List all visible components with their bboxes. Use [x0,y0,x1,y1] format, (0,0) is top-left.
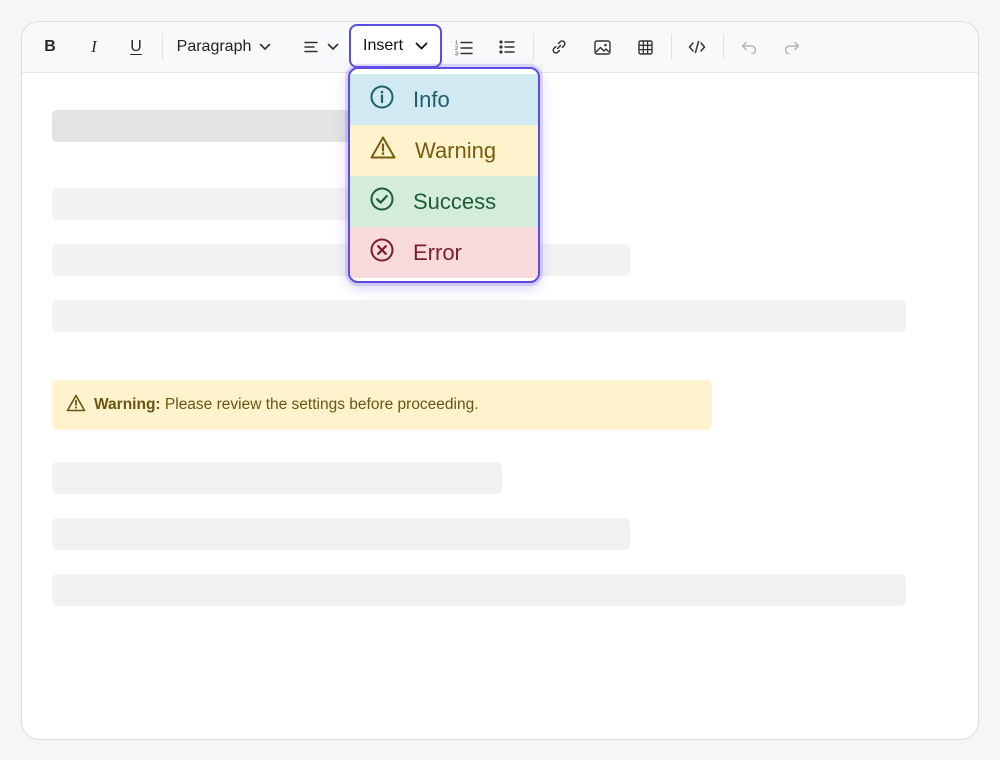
ordered-list-icon: 1 2 3 [455,39,473,56]
warning-icon [370,136,396,165]
redo-button[interactable] [782,32,802,62]
x-circle-icon [370,238,394,268]
redo-icon [784,41,800,54]
menu-item-info[interactable]: Info [350,74,538,125]
bullet-list-button[interactable] [497,32,517,62]
italic-button[interactable]: I [86,32,102,62]
align-left-icon [303,41,318,53]
link-icon [551,39,567,55]
menu-item-label: Success [413,188,497,214]
menu-item-label: Warning [415,137,497,163]
undo-icon [741,41,757,54]
align-select[interactable] [300,32,342,62]
heading-placeholder [52,110,362,142]
menu-item-success[interactable]: Success [350,176,538,227]
toolbar-divider [162,34,163,60]
menu-item-label: Error [413,239,462,265]
chevron-down-icon [259,43,271,51]
text-line-placeholder [52,244,630,276]
block-format-value: Paragraph [176,38,252,55]
chevron-down-icon [327,43,339,51]
chevron-down-icon [415,37,428,55]
svg-text:3: 3 [455,51,458,56]
ordered-list-button[interactable]: 1 2 3 [454,32,474,62]
text-line-placeholder [52,462,502,494]
toolbar-divider [533,34,534,60]
bold-button[interactable]: B [42,32,58,62]
text-line-placeholder [52,188,352,220]
editor-toolbar: B I U Paragraph Insert 1 2 3 [22,22,978,73]
table-button[interactable] [635,32,655,62]
undo-button[interactable] [739,32,759,62]
insert-button[interactable]: Insert [349,24,442,68]
code-icon [688,40,706,54]
menu-item-error[interactable]: Error [350,227,538,278]
warning-callout[interactable]: Warning: Please review the settings befo… [52,380,712,430]
text-line-placeholder [52,300,906,332]
insert-dropdown-menu: Info Warning Success Error [348,67,540,283]
link-button[interactable] [549,32,569,62]
callout-title: Warning: [94,396,161,413]
text-line-placeholder [52,574,906,606]
toolbar-divider [723,34,724,60]
menu-item-label: Info [413,86,450,112]
image-icon [593,39,611,55]
warning-icon [66,394,86,417]
table-icon [637,39,653,55]
bullet-list-icon [499,40,515,54]
image-button[interactable] [592,32,612,62]
insert-button-label: Insert [363,37,404,54]
toolbar-divider [671,34,672,60]
code-button[interactable] [687,32,707,62]
check-circle-icon [370,187,394,217]
text-line-placeholder [52,518,630,550]
menu-item-warning[interactable]: Warning [350,125,538,176]
callout-text: Please review the settings before procee… [164,396,479,413]
underline-button[interactable]: U [128,32,144,62]
block-format-select[interactable]: Paragraph [172,32,276,62]
info-icon [370,85,394,115]
